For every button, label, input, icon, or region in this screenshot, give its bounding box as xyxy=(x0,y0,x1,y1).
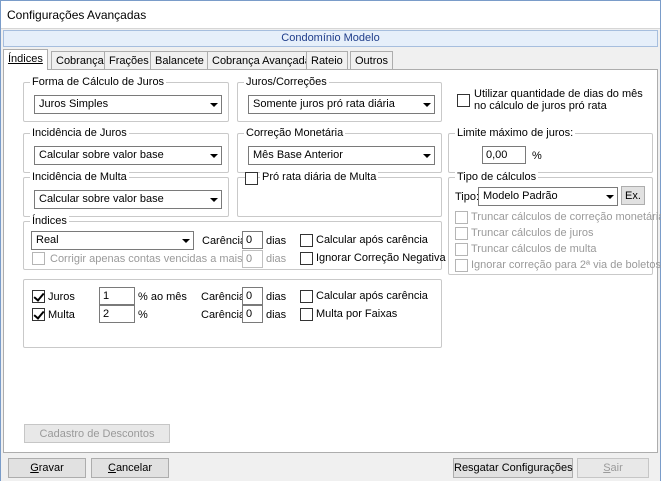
dias-mes-label-2: no cálculo de juros pró rata xyxy=(474,100,607,112)
multa-carencia-input[interactable]: 0 xyxy=(242,305,263,323)
juros-correcoes-group: Juros/Correções Somente juros pró rata d… xyxy=(237,76,442,122)
juros-multa-group: Juros 1 % ao mês Carência: 0 dias Calcul… xyxy=(23,279,442,348)
truncar-correcao-label: Truncar cálculos de correção monetária xyxy=(471,211,661,223)
truncar-multa-checkbox[interactable] xyxy=(455,243,468,256)
indices-panel: Forma de Cálculo de Juros Juros Simples … xyxy=(3,69,661,453)
incidencia-juros-legend: Incidência de Juros xyxy=(30,127,129,139)
indices-calcular-apos-checkbox[interactable] xyxy=(300,234,313,247)
cadastro-descontos-button[interactable]: Cadastro de Descontos xyxy=(24,424,170,443)
indices-calcular-apos-label: Calcular após carência xyxy=(316,234,428,246)
juros-correcoes-value: Somente juros pró rata diária xyxy=(253,98,395,110)
incidencia-multa-group: Incidência de Multa Calcular sobre valor… xyxy=(23,171,229,217)
chevron-down-icon xyxy=(601,188,617,205)
multa-input[interactable]: 2 xyxy=(99,305,135,323)
footer-bar: Gravar Cancelar Resgatar Configurações S… xyxy=(1,454,660,481)
corrigir-vencidas-dias: dias xyxy=(266,253,287,265)
tipo-label: Tipo: xyxy=(455,191,480,203)
chevron-down-icon xyxy=(177,232,193,249)
pro-rata-multa-checkbox[interactable] xyxy=(245,172,258,185)
multa-checkbox[interactable] xyxy=(32,308,45,321)
incidencia-multa-legend: Incidência de Multa xyxy=(30,171,129,183)
resgatar-configuracoes-button[interactable]: Resgatar Configurações xyxy=(453,458,573,478)
juros-correcoes-legend: Juros/Correções xyxy=(244,76,329,88)
corrigir-vencidas-checkbox[interactable] xyxy=(32,252,45,265)
tab-balancete[interactable]: Balancete xyxy=(150,51,209,70)
incidencia-juros-value: Calcular sobre valor base xyxy=(39,149,164,161)
limite-juros-legend: Limite máximo de juros: xyxy=(455,127,576,139)
multa-label: Multa xyxy=(48,309,75,321)
incidencia-multa-value: Calcular sobre valor base xyxy=(39,193,164,205)
multa-dias-label: dias xyxy=(266,309,287,321)
tab-outros[interactable]: Outros xyxy=(350,51,394,70)
juros-carencia-input[interactable]: 0 xyxy=(242,287,263,305)
correcao-monetaria-group: Correção Monetária Mês Base Anterior xyxy=(237,127,442,173)
multa-unit: % xyxy=(138,309,148,321)
tipo-value: Modelo Padrão xyxy=(483,190,558,202)
forma-calculo-legend: Forma de Cálculo de Juros xyxy=(30,76,167,88)
juros-correcoes-select[interactable]: Somente juros pró rata diária xyxy=(248,95,435,114)
forma-calculo-value: Juros Simples xyxy=(39,98,109,110)
sair-button[interactable]: Sair xyxy=(577,458,649,478)
tipo-select[interactable]: Modelo Padrão xyxy=(478,187,618,206)
indices-group: Índices Real Carência: 0 dias Calcular a… xyxy=(23,215,446,270)
juros-calcular-apos-label: Calcular após carência xyxy=(316,290,428,302)
multa-faixas-checkbox[interactable] xyxy=(300,308,313,321)
juros-checkbox[interactable] xyxy=(32,290,45,303)
corrigir-vencidas-label: Corrigir apenas contas vencidas a mais d… xyxy=(50,253,258,265)
forma-calculo-group: Forma de Cálculo de Juros Juros Simples xyxy=(23,76,229,122)
tab-fracoes[interactable]: Frações xyxy=(104,51,154,70)
chevron-down-icon xyxy=(205,147,221,164)
chevron-down-icon xyxy=(418,96,434,113)
juros-label: Juros xyxy=(48,291,75,303)
indices-legend: Índices xyxy=(30,215,69,227)
pro-rata-multa-label: Pró rata diária de Multa xyxy=(260,171,379,183)
truncar-juros-label: Truncar cálculos de juros xyxy=(471,227,594,239)
juros-input[interactable]: 1 xyxy=(99,287,135,305)
limite-juros-group: Limite máximo de juros: 0,00 % xyxy=(448,127,653,173)
ignorar-2via-checkbox[interactable] xyxy=(455,259,468,272)
tab-cobranca[interactable]: Cobrança xyxy=(51,51,109,70)
incidencia-juros-group: Incidência de Juros Calcular sobre valor… xyxy=(23,127,229,173)
juros-unit: % ao mês xyxy=(138,291,187,303)
corrigir-vencidas-input[interactable]: 0 xyxy=(242,250,263,268)
tab-indices[interactable]: Índices xyxy=(3,49,48,70)
correcao-monetaria-legend: Correção Monetária xyxy=(244,127,346,139)
indices-value: Real xyxy=(36,234,59,246)
incidencia-multa-select[interactable]: Calcular sobre valor base xyxy=(34,190,222,209)
dias-mes-checkbox[interactable] xyxy=(457,94,470,107)
juros-dias-label: dias xyxy=(266,291,287,303)
forma-calculo-select[interactable]: Juros Simples xyxy=(34,95,222,114)
multa-faixas-label: Multa por Faixas xyxy=(316,308,398,320)
settings-window: Configurações Avançadas Condomínio Model… xyxy=(0,0,661,481)
indices-dias-label: dias xyxy=(266,235,287,247)
indices-select[interactable]: Real xyxy=(31,231,194,250)
incidencia-juros-select[interactable]: Calcular sobre valor base xyxy=(34,146,222,165)
truncar-juros-checkbox[interactable] xyxy=(455,227,468,240)
chevron-down-icon xyxy=(418,147,434,164)
chevron-down-icon xyxy=(205,191,221,208)
window-title: Configurações Avançadas xyxy=(1,1,660,29)
ex-button[interactable]: Ex. xyxy=(621,186,645,205)
correcao-monetaria-select[interactable]: Mês Base Anterior xyxy=(248,146,435,165)
correcao-monetaria-value: Mês Base Anterior xyxy=(253,149,343,161)
indices-carencia-input[interactable]: 0 xyxy=(242,231,263,249)
tipo-calculos-legend: Tipo de cálculos xyxy=(455,171,539,183)
limite-juros-unit: % xyxy=(532,150,542,162)
ignorar-2via-label: Ignorar correção para 2ª via de boletos xyxy=(471,259,661,271)
chevron-down-icon xyxy=(205,96,221,113)
condominium-banner: Condomínio Modelo xyxy=(3,30,658,47)
juros-calcular-apos-checkbox[interactable] xyxy=(300,290,313,303)
ignorar-negativa-label: Ignorar Correção Negativa xyxy=(316,252,446,264)
truncar-correcao-checkbox[interactable] xyxy=(455,211,468,224)
tab-cobranca-avancada[interactable]: Cobrança Avançada xyxy=(207,51,316,70)
tipo-calculos-group: Tipo de cálculos Tipo: Modelo Padrão Ex.… xyxy=(448,171,661,275)
tab-rateio[interactable]: Rateio xyxy=(306,51,348,70)
cancelar-button[interactable]: Cancelar xyxy=(91,458,169,478)
ignorar-negativa-checkbox[interactable] xyxy=(300,252,313,265)
pro-rata-multa-group: Pró rata diária de Multa xyxy=(237,171,442,217)
gravar-button[interactable]: Gravar xyxy=(8,458,86,478)
limite-juros-input[interactable]: 0,00 xyxy=(482,146,526,164)
truncar-multa-label: Truncar cálculos de multa xyxy=(471,243,597,255)
